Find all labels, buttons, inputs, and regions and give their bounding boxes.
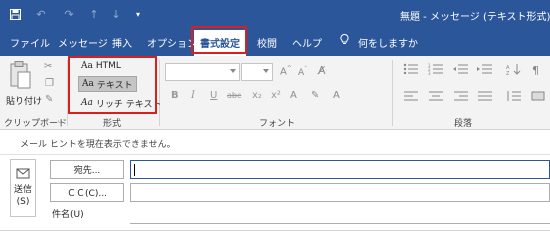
group-separator	[392, 60, 393, 126]
sort-icon[interactable]: AZ	[506, 63, 522, 75]
cut-icon[interactable]: ✂	[44, 61, 52, 72]
svg-text:¶: ¶	[532, 64, 539, 75]
window-title: 無題 - メッセージ (テキスト形式)	[400, 12, 550, 23]
lightbulb-icon	[340, 34, 349, 44]
to-button[interactable]: 宛先...	[50, 160, 124, 179]
cc-field[interactable]	[130, 183, 550, 202]
message-body[interactable]	[0, 230, 550, 240]
clipboard-launcher-icon[interactable]: ⌞	[58, 116, 61, 124]
highlight-icon[interactable]: ✎	[311, 90, 319, 101]
undo-icon[interactable]: ↶	[34, 7, 48, 21]
tab-message[interactable]: メッセージ	[58, 35, 108, 50]
send-button[interactable]: 送信 (S)	[10, 159, 36, 217]
info-bar-text: メール ヒントを現在表示できません。	[20, 140, 176, 150]
down-arrow-icon[interactable]: ↓	[109, 7, 123, 21]
text-caret	[134, 164, 135, 176]
tell-me-search[interactable]: 何をしますか	[358, 35, 418, 50]
send-icon	[16, 168, 30, 179]
customize-icon[interactable]: ▾	[131, 7, 145, 21]
tab-help[interactable]: ヘルプ	[292, 35, 322, 50]
chevron-down-icon	[230, 69, 236, 73]
paste-icon[interactable]	[8, 60, 32, 90]
tab-file[interactable]: ファイル	[10, 35, 50, 50]
bold-button[interactable]: B	[171, 90, 179, 101]
superscript-button[interactable]: x²	[271, 90, 281, 101]
font-color-icon[interactable]: A	[333, 90, 340, 101]
subject-field[interactable]	[130, 205, 550, 224]
copy-icon[interactable]: ❐	[45, 78, 54, 89]
clear-formatting-icon[interactable]: A̸	[318, 64, 326, 77]
tab-options[interactable]: オプション	[147, 35, 197, 50]
cc-button[interactable]: ＣＣ(C)...	[50, 183, 124, 202]
shrink-font-icon[interactable]: Aˇ	[298, 66, 307, 78]
decrease-indent-icon[interactable]	[453, 63, 469, 75]
send-label-line2: (S)	[16, 197, 30, 207]
subscript-button[interactable]: x₂	[252, 90, 262, 101]
to-field[interactable]	[130, 160, 550, 179]
align-left-icon[interactable]	[403, 90, 419, 102]
underline-button[interactable]: U	[210, 90, 217, 101]
group-separator	[159, 60, 160, 126]
font-group-label: フォント	[259, 119, 296, 129]
ribbon-tabs: ファイル メッセージ 挿入 オプション 書式設定 校閲 ヘルプ 何をしますか	[0, 28, 550, 56]
svg-text:Z: Z	[506, 71, 510, 75]
bullets-icon[interactable]	[403, 63, 419, 75]
paste-button[interactable]: 貼り付け	[6, 94, 42, 107]
italic-button[interactable]: I	[191, 90, 195, 101]
align-center-icon[interactable]	[428, 90, 444, 102]
subject-label: 件名(U)	[52, 210, 84, 220]
justify-icon[interactable]	[477, 90, 493, 102]
grow-font-icon[interactable]: A^	[280, 65, 292, 77]
format-painter-icon[interactable]: ✎	[45, 94, 53, 105]
title-bar: ↶ ↷ ↑ ↓ ▾ 無題 - メッセージ (テキスト形式)	[0, 0, 550, 28]
svg-text:3: 3	[428, 71, 431, 75]
font-size-combo[interactable]	[241, 63, 273, 81]
format-group-highlight	[68, 56, 157, 114]
tab-insert[interactable]: 挿入	[112, 35, 132, 50]
shading-icon[interactable]	[530, 90, 546, 102]
font-name-combo[interactable]	[165, 63, 240, 81]
paragraph-group-label: 段落	[454, 119, 473, 129]
increase-indent-icon[interactable]	[477, 63, 493, 75]
paragraph-mark-icon[interactable]: ¶	[530, 63, 546, 75]
tab-review[interactable]: 校閲	[257, 35, 277, 50]
numbering-icon[interactable]: 123	[428, 63, 444, 75]
strikethrough-button[interactable]: abc	[227, 91, 241, 100]
redo-icon[interactable]: ↷	[62, 7, 76, 21]
format-tab-highlight	[191, 26, 247, 54]
format-group-label: 形式	[103, 119, 122, 129]
up-arrow-icon[interactable]: ↑	[87, 7, 101, 21]
info-bar: メール ヒントを現在表示できません。	[0, 131, 550, 155]
align-right-icon[interactable]	[453, 90, 469, 102]
save-icon[interactable]	[8, 7, 22, 21]
line-spacing-icon[interactable]	[506, 90, 522, 102]
send-label-line1: 送信	[13, 185, 32, 195]
text-effects-icon[interactable]: A	[290, 90, 297, 101]
chevron-down-icon	[263, 69, 269, 73]
